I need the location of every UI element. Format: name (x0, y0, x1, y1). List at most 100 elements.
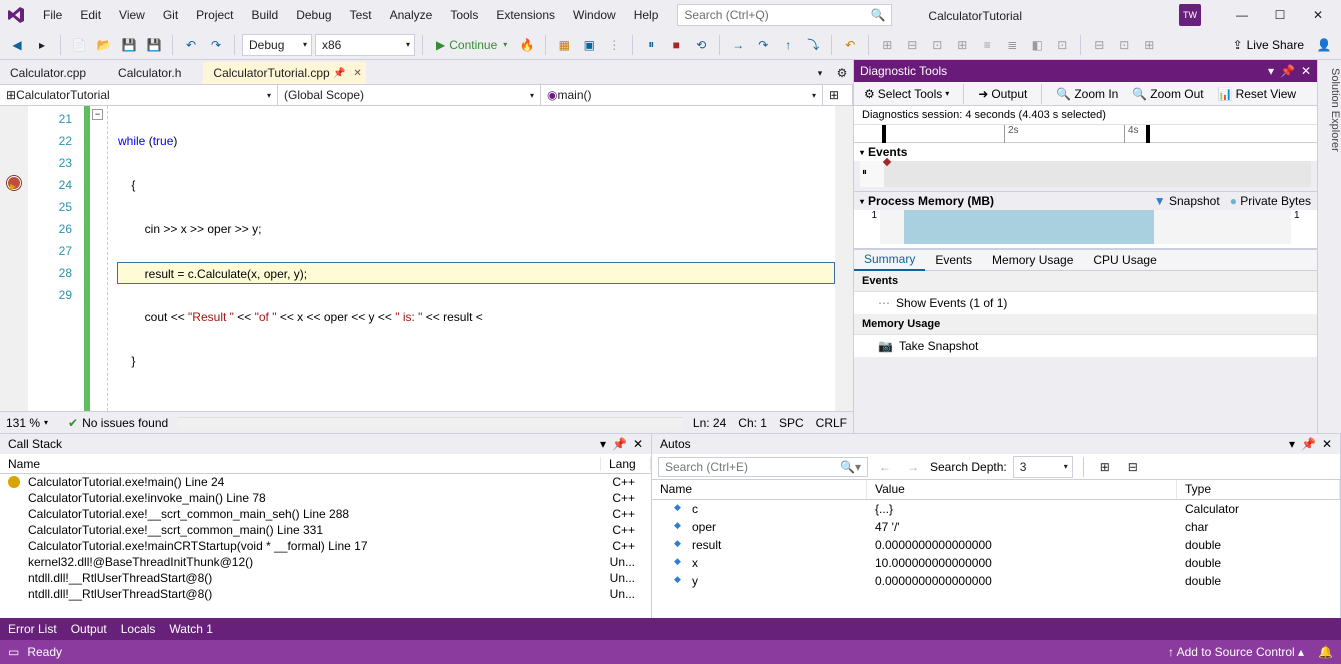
zoomin-button[interactable]: 🔍Zoom In (1052, 85, 1122, 103)
diag-timeline[interactable]: 2s 4s (854, 125, 1317, 143)
platform-dropdown[interactable]: x86▾ (315, 34, 415, 56)
diagnostic-tools-header[interactable]: Diagnostic Tools ▾📌✕ (854, 60, 1317, 82)
menu-project[interactable]: Project (187, 4, 242, 26)
restart-button[interactable]: ⟲ (690, 34, 712, 56)
close-button[interactable]: ✕ (1301, 3, 1335, 27)
tab-dropdown-button[interactable]: ▾ (809, 62, 831, 84)
callstack-row[interactable]: CalculatorTutorial.exe!__scrt_common_mai… (0, 506, 651, 522)
hot-reload-button[interactable]: 🔥 (516, 34, 538, 56)
autos-header[interactable]: Autos▾📌✕ (652, 434, 1340, 454)
zoomout-button[interactable]: 🔍Zoom Out (1128, 85, 1207, 103)
callstack-row[interactable]: CalculatorTutorial.exe!__scrt_common_mai… (0, 522, 651, 538)
save-button[interactable]: 💾 (118, 34, 140, 56)
nav-fwd-button[interactable]: ▸ (31, 34, 53, 56)
autos-row[interactable]: c{...}Calculator (652, 500, 1340, 518)
menu-window[interactable]: Window (564, 4, 625, 26)
autos-fwd[interactable]: → (902, 456, 924, 478)
outline-gutter[interactable]: − (90, 106, 108, 411)
diag-tab-summary[interactable]: Summary (854, 249, 925, 271)
user-badge[interactable]: TW (1179, 4, 1201, 26)
step-over-button[interactable]: ↷ (752, 34, 774, 56)
autos-row[interactable]: y0.0000000000000000double (652, 572, 1340, 590)
tb-icon-3[interactable]: ⋮ (603, 34, 625, 56)
undo-button[interactable]: ↶ (180, 34, 202, 56)
show-events-link[interactable]: ⋯Show Events (1 of 1) (854, 292, 1317, 314)
tb-g4[interactable]: ⊞ (951, 34, 973, 56)
tb-g5[interactable]: ≡ (976, 34, 998, 56)
menu-help[interactable]: Help (625, 4, 668, 26)
events-header[interactable]: ▾Events (854, 143, 1317, 161)
menu-view[interactable]: View (110, 4, 154, 26)
nav-project-dropdown[interactable]: ⊞ CalculatorTutorial▾ (0, 85, 278, 105)
solution-explorer-tab[interactable]: Solution Explorer (1317, 60, 1341, 433)
tb-icon-1[interactable]: ▦ (553, 34, 575, 56)
step-into-button[interactable]: → (727, 34, 749, 56)
diag-tab-cpu[interactable]: CPU Usage (1083, 250, 1166, 270)
vscroll[interactable] (835, 106, 853, 411)
search-input[interactable]: Search (Ctrl+Q) 🔍 (677, 4, 892, 26)
footer-tab-output[interactable]: Output (71, 622, 107, 636)
autos-back[interactable]: ← (874, 456, 896, 478)
tab-calculatortutorial-cpp[interactable]: CalculatorTutorial.cpp 📌 ✕ (203, 62, 365, 84)
pause-button[interactable]: ⏸ (640, 34, 662, 56)
nav-back-button[interactable]: ◀ (6, 34, 28, 56)
autos-search-input[interactable]: Search (Ctrl+E)🔍▾ (658, 457, 868, 477)
nav-split-button[interactable]: ⊞ (823, 85, 853, 105)
menu-build[interactable]: Build (243, 4, 288, 26)
config-dropdown[interactable]: Debug▾ (242, 34, 312, 56)
notifications-icon[interactable]: 🔔 (1318, 645, 1333, 659)
footer-tab-errorlist[interactable]: Error List (8, 622, 57, 636)
menu-debug[interactable]: Debug (287, 4, 340, 26)
autos-opt2[interactable]: ⊟ (1122, 456, 1144, 478)
tb-g9[interactable]: ⊟ (1088, 34, 1110, 56)
memory-header[interactable]: ▾Process Memory (MB) ▼ Snapshot ● Privat… (854, 192, 1317, 210)
tab-calculator-h[interactable]: Calculator.h (108, 62, 203, 84)
live-share-button[interactable]: ⇪ Live Share (1227, 38, 1310, 52)
menu-git[interactable]: Git (154, 4, 187, 26)
depth-dropdown[interactable]: 3▾ (1013, 456, 1073, 478)
minimize-button[interactable]: — (1225, 3, 1259, 27)
tb-g1[interactable]: ⊞ (876, 34, 898, 56)
tb-g2[interactable]: ⊟ (901, 34, 923, 56)
scrub-start[interactable] (882, 125, 886, 143)
close-icon[interactable]: ✕ (1301, 64, 1311, 78)
breakpoint-gutter[interactable]: ▸ (0, 106, 28, 411)
menu-file[interactable]: File (34, 4, 71, 26)
nav-scope-dropdown[interactable]: (Global Scope)▾ (278, 85, 541, 105)
menu-test[interactable]: Test (341, 4, 381, 26)
pin-icon[interactable]: 📌 (1280, 64, 1295, 78)
step-out-button[interactable]: ↑ (777, 34, 799, 56)
footer-tab-locals[interactable]: Locals (121, 622, 156, 636)
step-button[interactable]: ⤵ (802, 34, 824, 56)
footer-tab-watch1[interactable]: Watch 1 (169, 622, 213, 636)
take-snapshot-link[interactable]: 📷Take Snapshot (854, 335, 1317, 357)
tb-g3[interactable]: ⊡ (926, 34, 948, 56)
menu-analyze[interactable]: Analyze (381, 4, 442, 26)
continue-button[interactable]: ▶Continue▾ (430, 34, 513, 56)
hscroll[interactable] (178, 417, 683, 429)
dropdown-icon[interactable]: ▾ (1268, 64, 1274, 78)
new-button[interactable]: 📄 (68, 34, 90, 56)
autos-row[interactable]: oper47 '/'char (652, 518, 1340, 536)
open-button[interactable]: 📂 (93, 34, 115, 56)
tab-calculator-cpp[interactable]: Calculator.cpp (0, 62, 108, 84)
callstack-row[interactable]: CalculatorTutorial.exe!mainCRTStartup(vo… (0, 538, 651, 554)
tb-g6[interactable]: ≣ (1001, 34, 1023, 56)
maximize-button[interactable]: ☐ (1263, 3, 1297, 27)
pin-icon[interactable]: 📌 (333, 68, 345, 79)
tb-icon-u1[interactable]: ↶ (839, 34, 861, 56)
tb-icon-2[interactable]: ▣ (578, 34, 600, 56)
tb-g7[interactable]: ◧ (1026, 34, 1048, 56)
tab-gear-button[interactable]: ⚙ (831, 62, 853, 84)
autos-opt1[interactable]: ⊞ (1094, 456, 1116, 478)
callstack-row[interactable]: ntdll.dll!__RtlUserThreadStart@8()Un... (0, 586, 651, 602)
close-icon[interactable]: ✕ (353, 68, 361, 79)
code-editor[interactable]: ▸ 212223242526272829 − while (true) { ci… (0, 106, 853, 411)
scrub-end[interactable] (1146, 125, 1150, 143)
autos-row[interactable]: result0.0000000000000000double (652, 536, 1340, 554)
menu-extensions[interactable]: Extensions (487, 4, 564, 26)
redo-button[interactable]: ↷ (205, 34, 227, 56)
menu-tools[interactable]: Tools (441, 4, 487, 26)
resetview-button[interactable]: 📊Reset View (1214, 85, 1300, 103)
autos-row[interactable]: x10.000000000000000double (652, 554, 1340, 572)
